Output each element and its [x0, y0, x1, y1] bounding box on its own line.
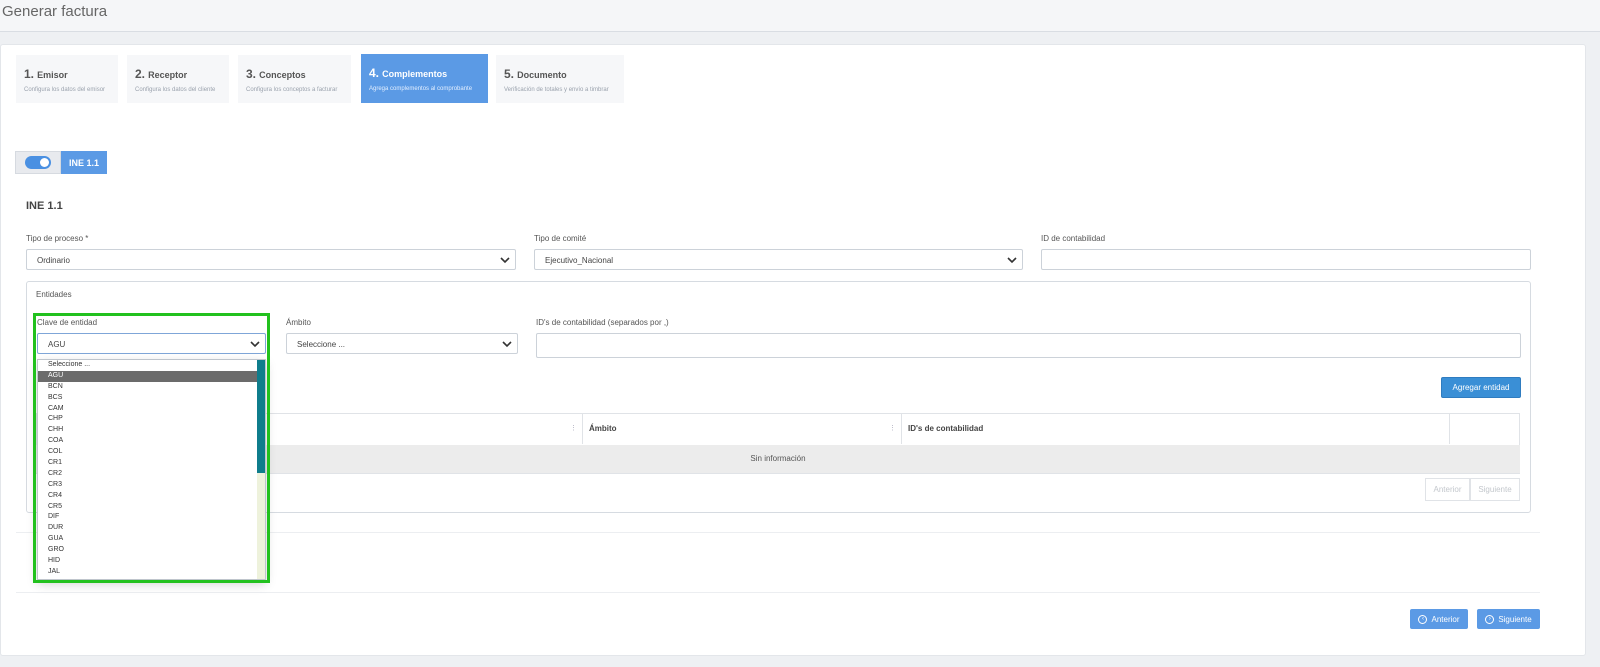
step-number: 3.: [246, 67, 257, 81]
step-number: 5.: [504, 67, 515, 81]
step-complementos[interactable]: 4. Complementos Agrega complementos al c…: [361, 54, 488, 103]
ambito-value: Seleccione ...: [297, 340, 346, 349]
step-emisor[interactable]: 1. Emisor Configura los datos del emisor: [16, 55, 118, 103]
anterior-button[interactable]: ‹ Anterior: [1410, 609, 1468, 629]
siguiente-label: Siguiente: [1498, 614, 1532, 624]
column-header-ambito[interactable]: Ámbito: [583, 413, 617, 444]
tipo-comite-label: Tipo de comité: [534, 234, 587, 243]
toggle-knob: [40, 158, 49, 167]
tipo-proceso-select[interactable]: Ordinario: [26, 249, 516, 270]
step-subtitle: Configura los datos del cliente: [135, 87, 216, 93]
clave-entidad-select[interactable]: AGU: [37, 333, 266, 354]
top-bar: Generar factura: [0, 0, 1600, 32]
dropdown-option[interactable]: CR3: [38, 480, 259, 491]
entidades-legend: Entidades: [36, 290, 72, 299]
clave-entidad-dropdown[interactable]: Seleccione ... AGU BCN BCS CAM CHP CHH COA COL CR…: [37, 359, 266, 580]
ine-toggle[interactable]: [15, 151, 61, 174]
dropdown-option[interactable]: COL: [38, 447, 259, 458]
arrow-left-circle-icon: ‹: [1418, 614, 1428, 624]
dropdown-option[interactable]: BCS: [38, 393, 259, 404]
dropdown-scroll-thumb[interactable]: [257, 360, 265, 473]
dropdown-option[interactable]: HID: [38, 556, 259, 567]
dropdown-option[interactable]: DIF: [38, 512, 259, 523]
step-conceptos[interactable]: 3. Conceptos Configura los conceptos a f…: [238, 55, 351, 103]
ids-contabilidad-label: ID's de contabilidad (separados por ,): [536, 318, 669, 327]
step-subtitle: Agrega complementos al comprobante: [369, 86, 473, 92]
ambito-label: Ámbito: [286, 318, 311, 327]
tipo-proceso-label: Tipo de proceso *: [26, 234, 89, 243]
dropdown-option[interactable]: BCN: [38, 382, 259, 393]
step-title: Receptor: [148, 70, 188, 80]
chevron-down-icon: [250, 341, 260, 348]
arrow-right-circle-icon: ›: [1485, 614, 1495, 624]
dropdown-option[interactable]: CHP: [38, 414, 259, 425]
pager-prev-button[interactable]: Anterior: [1425, 478, 1470, 501]
dropdown-option[interactable]: JAL: [38, 567, 259, 578]
step-number: 1.: [24, 67, 35, 81]
tipo-proceso-value: Ordinario: [37, 256, 70, 265]
sort-icon[interactable]: ⋮: [570, 424, 577, 432]
siguiente-button[interactable]: › Siguiente: [1477, 609, 1540, 629]
dropdown-option[interactable]: Seleccione ...: [38, 360, 259, 371]
step-subtitle: Configura los conceptos a facturar: [246, 87, 338, 93]
column-header-ids[interactable]: ID's de contabilidad: [902, 413, 983, 444]
dropdown-option[interactable]: CR1: [38, 458, 259, 469]
chevron-down-icon: [502, 341, 512, 348]
clave-entidad-label: Clave de entidad: [37, 318, 98, 327]
ids-contabilidad-input[interactable]: [536, 333, 1521, 358]
step-title: Documento: [517, 70, 567, 80]
id-contabilidad-input[interactable]: [1041, 249, 1531, 270]
step-documento[interactable]: 5. Documento Verificación de totales y e…: [496, 55, 624, 103]
dropdown-option[interactable]: CHH: [38, 425, 259, 436]
agregar-entidad-button[interactable]: Agregar entidad: [1441, 377, 1521, 398]
anterior-label: Anterior: [1431, 614, 1460, 624]
step-receptor[interactable]: 2. Receptor Configura los datos del clie…: [127, 55, 229, 103]
column-divider: [1449, 413, 1450, 444]
step-subtitle: Verificación de totales y envío a timbra…: [504, 87, 609, 93]
dropdown-option[interactable]: AGU: [38, 370, 259, 382]
tipo-comite-select[interactable]: Ejecutivo_Nacional: [534, 249, 1023, 270]
step-title: Complementos: [382, 69, 448, 79]
dropdown-option[interactable]: GUA: [38, 534, 259, 545]
divider: [16, 592, 1540, 593]
id-contabilidad-label: ID de contabilidad: [1041, 234, 1106, 243]
tipo-comite-value: Ejecutivo_Nacional: [545, 256, 614, 265]
ine-toggle-group: INE 1.1: [15, 151, 107, 174]
dropdown-option[interactable]: CR4: [38, 491, 259, 502]
ine-toggle-label: INE 1.1: [61, 151, 107, 174]
toggle-switch[interactable]: [25, 156, 51, 169]
pager-next-button[interactable]: Siguiente: [1470, 478, 1520, 501]
dropdown-option[interactable]: CR2: [38, 469, 259, 480]
step-subtitle: Configura los datos del emisor: [24, 87, 106, 93]
section-title: INE 1.1: [26, 200, 63, 212]
dropdown-option[interactable]: CAM: [38, 404, 259, 415]
clave-entidad-value: AGU: [48, 340, 66, 349]
step-number: 4.: [369, 66, 380, 80]
dropdown-option[interactable]: DUR: [38, 523, 259, 534]
ambito-select[interactable]: Seleccione ...: [286, 333, 518, 354]
dropdown-option[interactable]: COA: [38, 436, 259, 447]
step-title: Conceptos: [259, 70, 306, 80]
chevron-down-icon: [500, 257, 510, 264]
page-title: Generar factura: [2, 3, 108, 20]
dropdown-list: Seleccione ... AGU BCN BCS CAM CHP CHH COA COL CR…: [38, 360, 265, 578]
step-title: Emisor: [37, 70, 68, 80]
dropdown-option[interactable]: GRO: [38, 545, 259, 556]
dropdown-option[interactable]: CR5: [38, 502, 259, 513]
sort-icon[interactable]: ⋮: [889, 424, 896, 432]
step-number: 2.: [135, 67, 146, 81]
chevron-down-icon: [1007, 257, 1017, 264]
